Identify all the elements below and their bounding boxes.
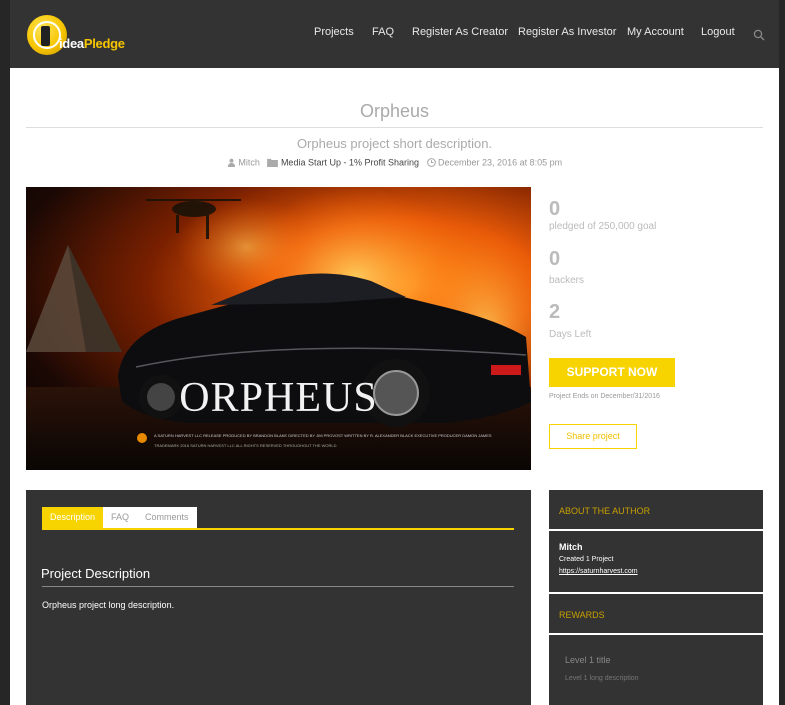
poster-copyright: TRADEMARK 2016 SATURN HARVEST LLC ALL RI… — [154, 443, 337, 448]
description-divider — [42, 586, 514, 587]
backers-label: backers — [549, 275, 585, 286]
sidebar-divider — [549, 633, 763, 635]
support-now-button[interactable]: SUPPORT NOW — [549, 358, 675, 387]
poster-credits: A SATURN HARVEST LLC RELEASE PRODUCED BY… — [154, 433, 492, 438]
days-left-label: Days Left — [549, 329, 592, 340]
reward-description: Level 1 long description — [565, 675, 639, 682]
user-icon — [227, 158, 235, 168]
sidebar: ABOUT THE AUTHOR Mitch Created 1 Project… — [549, 490, 763, 705]
nav-register-investor[interactable]: Register As Investor — [518, 26, 616, 38]
tab-comments[interactable]: Comments — [137, 507, 197, 528]
about-author-heading: ABOUT THE AUTHOR — [559, 506, 651, 516]
sidebar-divider — [549, 592, 763, 594]
sidebar-divider — [549, 529, 763, 531]
tab-bar: Description FAQ Comments — [42, 507, 197, 528]
main-nav: Projects FAQ Register As Creator Registe… — [10, 26, 779, 42]
rewards-heading: REWARDS — [559, 610, 605, 620]
poster-title: ORPHEUS — [179, 375, 378, 421]
main-content: Orpheus Orpheus project short descriptio… — [10, 68, 779, 705]
project-title: Orpheus — [359, 101, 430, 121]
project-poster-image: ORPHEUS A SATURN HARVEST LLC RELEASE PRO… — [26, 187, 531, 470]
days-left-count: 2 — [549, 301, 561, 323]
sidebar-author-name: Mitch — [559, 542, 583, 552]
tab-faq[interactable]: FAQ — [103, 507, 137, 528]
project-ends-text: Project Ends on December/31/2016 — [549, 393, 660, 400]
project-short-description: Orpheus project short description. — [296, 136, 493, 151]
author-name[interactable]: Mitch — [238, 158, 260, 168]
nav-projects[interactable]: Projects — [314, 26, 354, 38]
description-text: Orpheus project long description. — [42, 600, 175, 610]
share-project-button[interactable]: Share project — [549, 424, 637, 449]
nav-faq[interactable]: FAQ — [372, 26, 394, 38]
search-icon[interactable] — [753, 29, 765, 41]
reward-title[interactable]: Level 1 title — [565, 655, 611, 665]
pledged-amount: 0 — [549, 198, 561, 220]
category-link[interactable]: Media Start Up - 1% Profit Sharing — [281, 158, 419, 168]
nav-my-account[interactable]: My Account — [627, 26, 684, 38]
pledged-label: pledged of 250,000 goal — [549, 221, 657, 232]
backers-count: 0 — [549, 248, 561, 270]
nav-register-creator[interactable]: Register As Creator — [412, 26, 508, 38]
site-header: ideaPledge Projects FAQ Register As Crea… — [10, 0, 779, 68]
project-description-panel: Description FAQ Comments Project Descrip… — [26, 490, 531, 705]
author-created-count: Created 1 Project — [559, 556, 614, 563]
clock-icon — [426, 158, 436, 168]
nav-logout[interactable]: Logout — [701, 26, 735, 38]
tab-underline — [42, 528, 514, 530]
title-divider — [26, 127, 763, 128]
project-date: December 23, 2016 at 8:05 pm — [438, 157, 563, 168]
tab-description[interactable]: Description — [42, 507, 104, 528]
description-heading: Project Description — [41, 566, 151, 581]
author-website-link[interactable]: https://saturnharvest.com — [559, 568, 638, 575]
project-meta: Mitch Media Start Up - 1% Profit Sharing… — [10, 157, 779, 168]
folder-icon — [267, 159, 279, 168]
